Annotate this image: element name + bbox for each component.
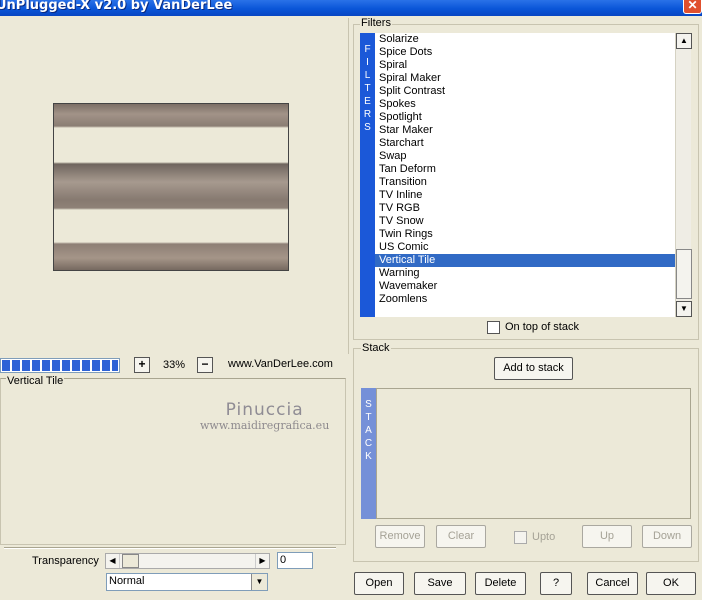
sidebar-letter: E (364, 96, 371, 107)
open-button[interactable]: Open (354, 572, 404, 595)
watermark-name: Pinuccia (225, 400, 304, 420)
blend-mode-value: Normal (109, 575, 145, 587)
help-button[interactable]: ? (540, 572, 572, 595)
progress-fill (2, 360, 118, 371)
close-button[interactable]: ✕ (683, 0, 702, 14)
zoom-level: 33% (162, 359, 186, 371)
zoom-in-button[interactable]: + (134, 357, 150, 373)
filter-item[interactable]: Solarize (375, 33, 675, 46)
watermark: Pinuccia www.maidiregrafica.eu (200, 400, 329, 432)
triangle-left-icon[interactable]: ◀ (106, 554, 120, 568)
save-button[interactable]: Save (414, 572, 466, 595)
watermark-url: www.maidiregrafica.eu (200, 419, 330, 432)
transparency-input[interactable]: 0 (277, 552, 313, 569)
window-title: UnPlugged-X v2.0 by VanDerLee (0, 0, 233, 13)
transparency-checkerboard (55, 105, 287, 269)
upto-label: Upto (532, 531, 556, 543)
up-button[interactable]: Up (582, 525, 632, 548)
filter-item[interactable]: Tan Deform (375, 163, 675, 176)
preview-image[interactable] (53, 103, 289, 271)
filter-item[interactable]: Wavemaker (375, 280, 675, 293)
sidebar-letter: L (364, 70, 371, 81)
filter-item[interactable]: TV Inline (375, 189, 675, 202)
filter-item[interactable]: Spice Dots (375, 46, 675, 59)
on-top-label: On top of stack (505, 321, 579, 333)
add-to-stack-button[interactable]: Add to stack (494, 357, 573, 380)
sidebar-letter: C (364, 438, 373, 449)
sidebar-letter: R (363, 109, 372, 120)
filter-scrollbar[interactable]: ▲ ▼ (675, 33, 692, 317)
sidebar-letter: I (366, 57, 369, 68)
ok-button[interactable]: OK (646, 572, 696, 595)
parameters-title: Vertical Tile (6, 375, 65, 387)
filter-item[interactable]: Starchart (375, 137, 675, 150)
down-button[interactable]: Down (642, 525, 692, 548)
filter-item[interactable]: Spokes (375, 98, 675, 111)
filter-item[interactable]: Spiral Maker (375, 72, 675, 85)
filter-item[interactable]: Swap (375, 150, 675, 163)
stack-title: Stack (361, 342, 391, 354)
zoom-out-button[interactable]: − (197, 357, 213, 373)
sidebar-letter: S (364, 122, 371, 133)
filter-list[interactable]: Solarize Spice Dots Spiral Spiral Maker Spli… (375, 33, 675, 317)
blend-mode-select[interactable]: Normal ▼ (106, 573, 268, 591)
upto-checkbox[interactable] (514, 531, 527, 544)
stack-sidebar: STACK (361, 388, 376, 519)
filter-item[interactable]: Split Contrast (375, 85, 675, 98)
sidebar-letter: T (365, 412, 372, 423)
remove-button[interactable]: Remove (375, 525, 425, 548)
progress-bar (0, 358, 120, 373)
stack-sidebar-letters: STACK (361, 398, 376, 463)
cancel-button[interactable]: Cancel (587, 572, 638, 595)
sidebar-letter: A (365, 425, 372, 436)
sidebar-letter: S (365, 399, 372, 410)
delete-button[interactable]: Delete (475, 572, 526, 595)
filter-item[interactable]: Warning (375, 267, 675, 280)
stack-list[interactable] (376, 388, 691, 519)
on-top-checkbox[interactable] (487, 321, 500, 334)
website-link[interactable]: www.VanDerLee.com (228, 358, 333, 370)
filters-sidebar: FILTERS (360, 33, 375, 317)
sidebar-letter: K (365, 451, 372, 462)
filter-item[interactable]: Vertical Tile (375, 254, 675, 267)
triangle-down-icon[interactable]: ▼ (251, 574, 267, 590)
filter-item[interactable]: Spiral (375, 59, 675, 72)
transparency-slider[interactable]: ◀ ▶ (105, 553, 270, 569)
filter-item[interactable]: Transition (375, 176, 675, 189)
filter-item[interactable]: Twin Rings (375, 228, 675, 241)
clear-button[interactable]: Clear (436, 525, 486, 548)
filters-title: Filters (360, 17, 392, 29)
filter-item[interactable]: Star Maker (375, 124, 675, 137)
filter-item[interactable]: US Comic (375, 241, 675, 254)
sidebar-letter: F (364, 44, 371, 55)
triangle-up-icon[interactable]: ▲ (676, 33, 692, 49)
slider-thumb[interactable] (122, 554, 139, 568)
sidebar-letter: T (364, 83, 371, 94)
filter-item[interactable]: Zoomlens (375, 293, 675, 306)
title-bar: UnPlugged-X v2.0 by VanDerLee ✕ (0, 0, 702, 16)
filter-item[interactable]: TV RGB (375, 202, 675, 215)
transparency-label: Transparency (32, 555, 99, 567)
separator (4, 547, 336, 549)
filter-item[interactable]: Spotlight (375, 111, 675, 124)
triangle-down-icon[interactable]: ▼ (676, 301, 692, 317)
scrollbar-thumb[interactable] (676, 249, 692, 299)
filters-sidebar-letters: FILTERS (360, 43, 375, 134)
triangle-right-icon[interactable]: ▶ (255, 554, 269, 568)
filter-item[interactable]: TV Snow (375, 215, 675, 228)
